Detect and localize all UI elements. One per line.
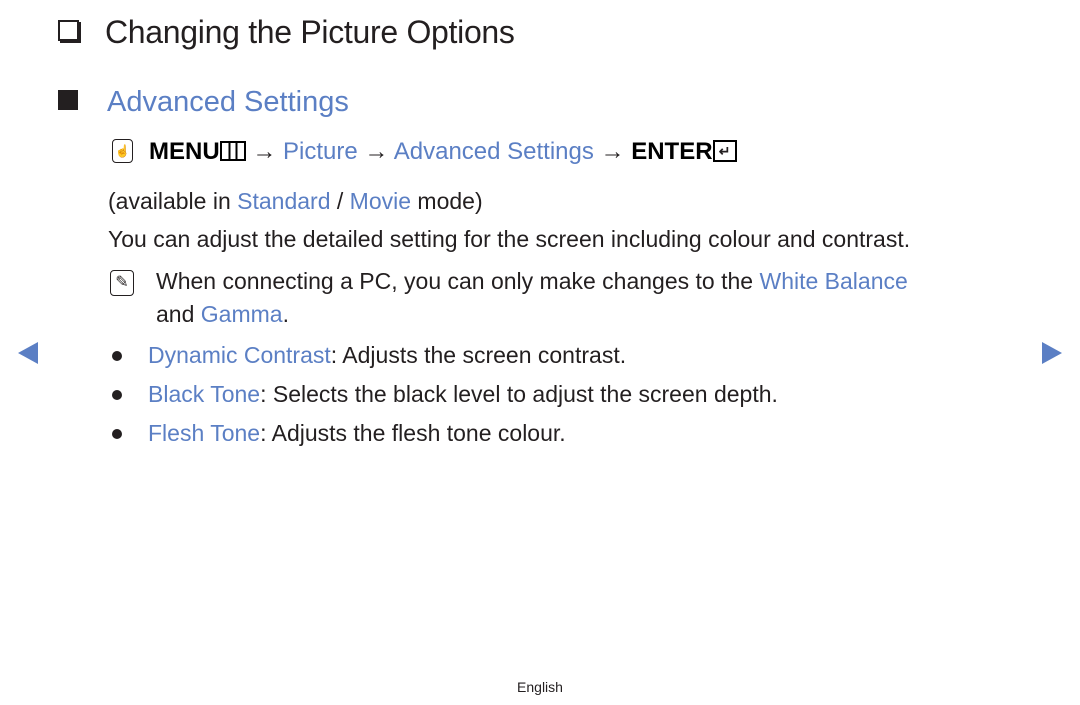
page-title: Changing the Picture Options — [58, 14, 515, 51]
description: You can adjust the detailed setting for … — [108, 226, 911, 252]
next-page-arrow-icon[interactable] — [1042, 342, 1062, 364]
footer-language: English — [517, 679, 563, 695]
arrow: → — [600, 138, 625, 165]
note-line-1: When connecting a PC, you can only make … — [156, 268, 908, 294]
link-gamma[interactable]: Gamma — [201, 301, 283, 327]
mode-standard[interactable]: Standard — [237, 188, 330, 214]
menu-icon — [219, 140, 246, 161]
availability-text: (available in Standard / Movie mode) — [108, 188, 483, 214]
list-item: Dynamic Contrast: Adjusts the screen con… — [148, 342, 627, 368]
previous-page-arrow-icon[interactable] — [18, 342, 38, 364]
bullet-icon — [112, 390, 122, 400]
link-white-balance[interactable]: White Balance — [759, 268, 907, 294]
square-bullet-icon — [58, 90, 78, 111]
menu-link-advanced-settings[interactable]: Advanced Settings — [394, 138, 594, 165]
mode-movie[interactable]: Movie — [350, 188, 411, 214]
note-line-2: and Gamma. — [156, 301, 289, 327]
bullet-icon — [112, 429, 122, 439]
arrow: → — [364, 138, 389, 165]
list-item: Flesh Tone: Adjusts the flesh tone colou… — [148, 420, 566, 446]
list-item: Black Tone: Selects the black level to a… — [148, 381, 778, 407]
term-flesh-tone[interactable]: Flesh Tone — [148, 420, 260, 446]
menu-link-picture[interactable]: Picture — [283, 138, 358, 165]
term-dynamic-contrast[interactable]: Dynamic Contrast — [148, 342, 331, 368]
menu-path: ☝ MENU → Picture → Advanced Settings → EN… — [112, 138, 737, 166]
enter-icon: ↵ — [712, 139, 737, 162]
checkbox-outline-icon — [58, 20, 79, 42]
section-heading: Advanced Settings — [58, 86, 349, 119]
arrow: → — [252, 138, 277, 165]
menu-label: MENU — [149, 138, 220, 165]
hand-touch-icon: ☝ — [112, 138, 133, 163]
note-icon: ✎ — [110, 270, 134, 296]
enter-label: ENTER — [631, 138, 713, 165]
term-black-tone[interactable]: Black Tone — [148, 381, 260, 407]
bullet-icon — [112, 351, 122, 361]
